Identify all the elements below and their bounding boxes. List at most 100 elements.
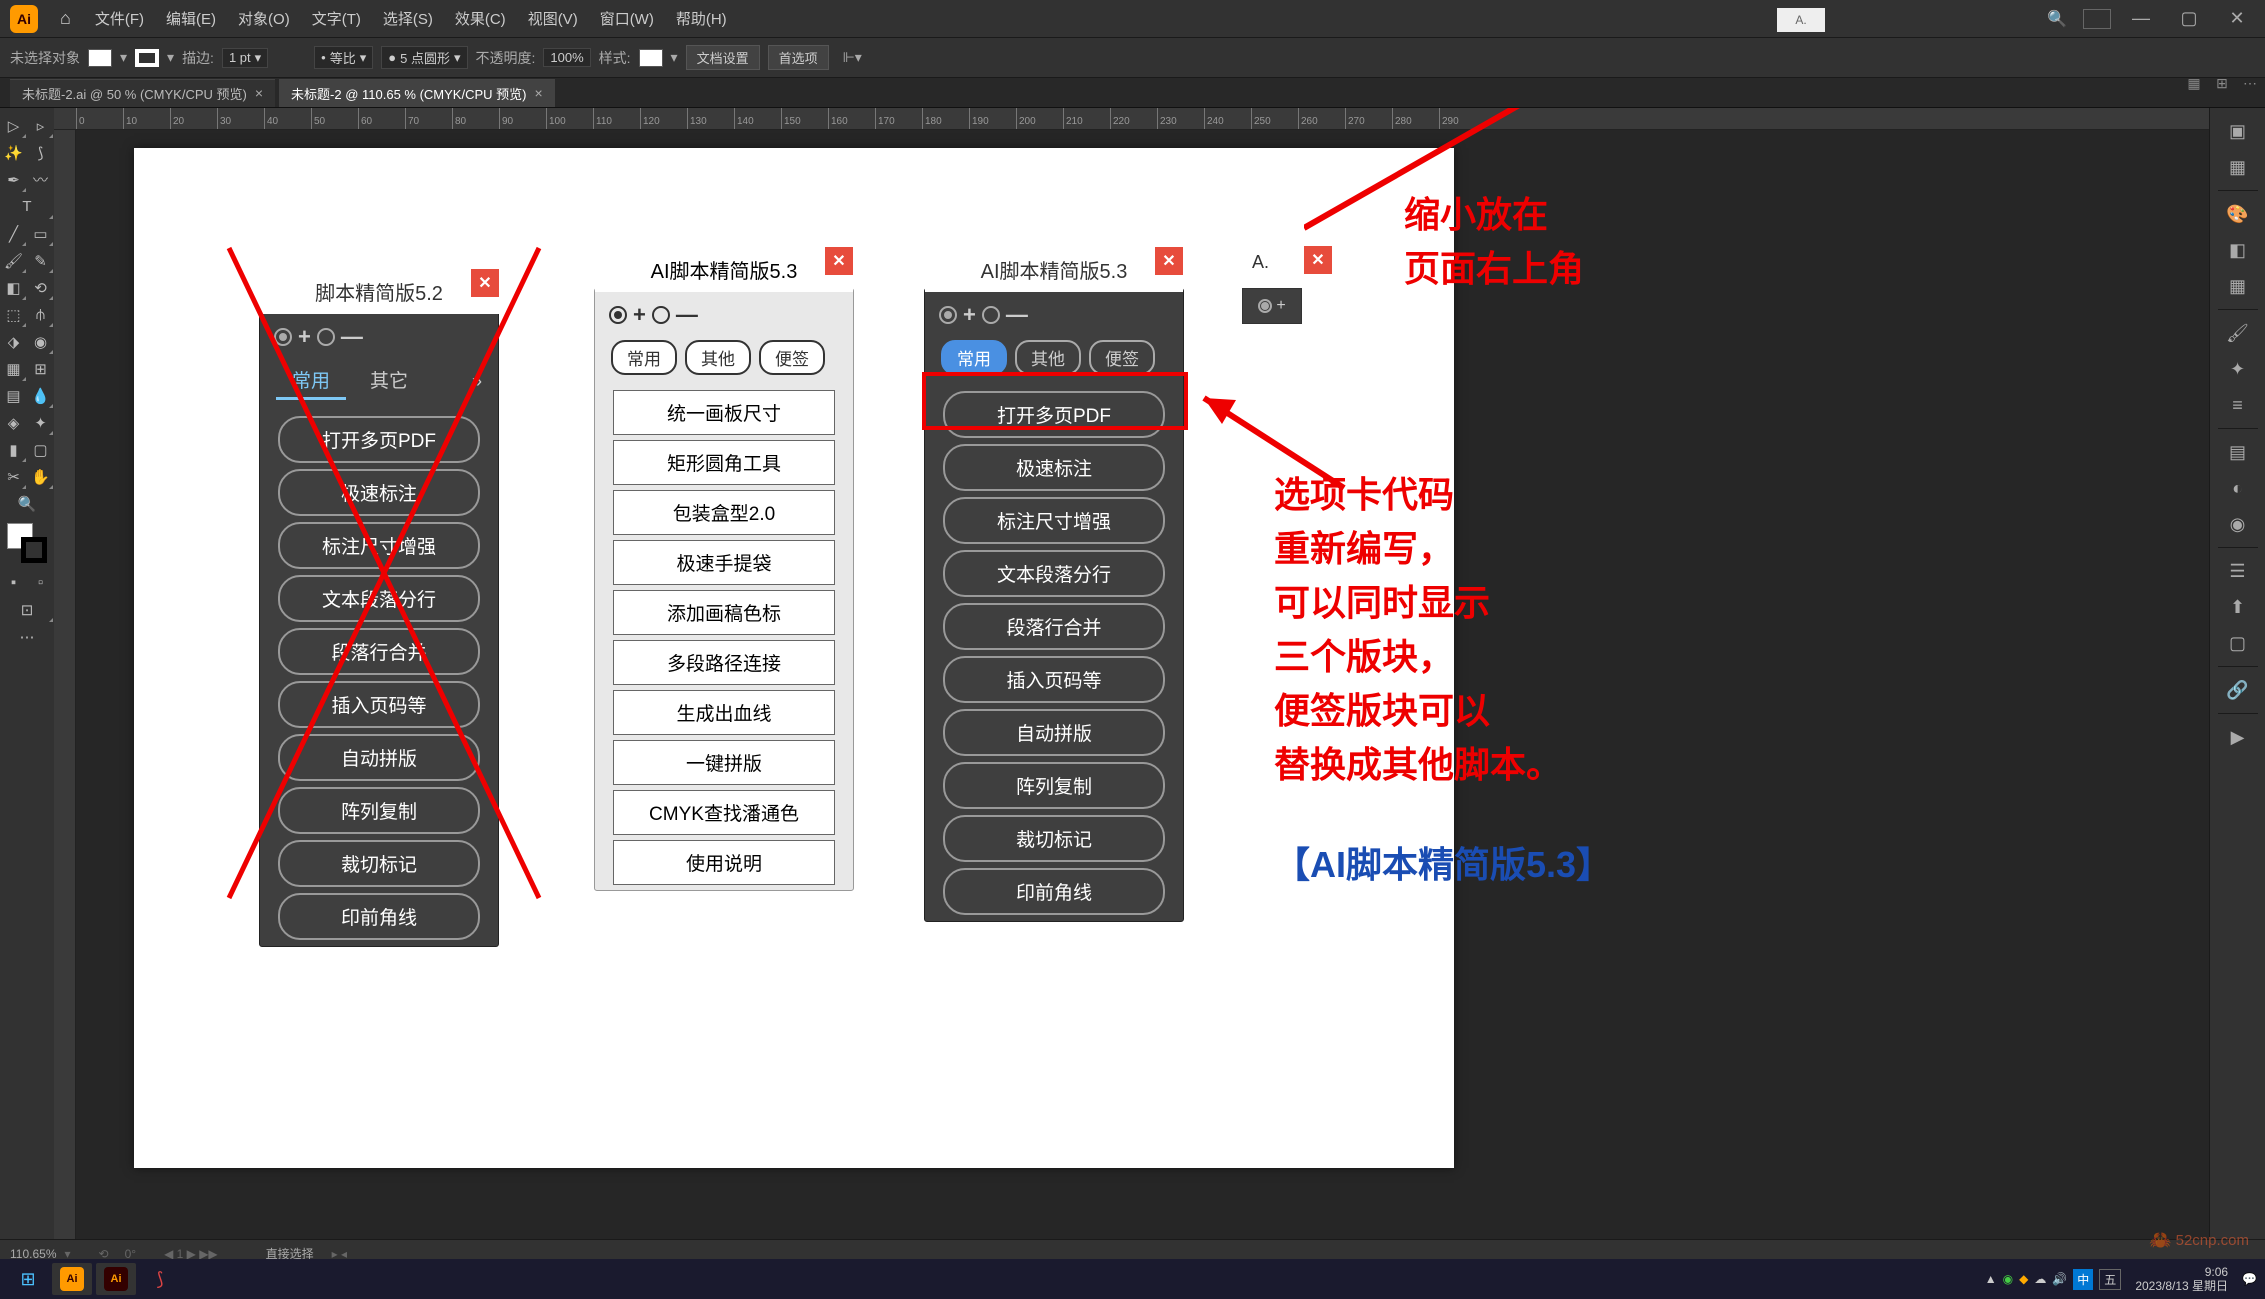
- radio-on[interactable]: [274, 328, 292, 346]
- ruler-vertical[interactable]: [54, 130, 76, 1239]
- mesh-tool[interactable]: ⊞: [27, 355, 54, 382]
- edit-toolbar[interactable]: ⋯: [0, 623, 54, 650]
- width-tool[interactable]: ⫛: [27, 301, 54, 328]
- close-icon[interactable]: ✕: [1304, 246, 1332, 274]
- taskbar-ai-2[interactable]: Ai: [96, 1263, 136, 1295]
- radio-icon[interactable]: [1258, 299, 1272, 313]
- script-button[interactable]: 标注尺寸增强: [278, 522, 480, 569]
- script-button[interactable]: 段落行合并: [943, 603, 1165, 650]
- script-button[interactable]: 裁切标记: [278, 840, 480, 887]
- fill-swatch[interactable]: [88, 49, 112, 67]
- menu-edit[interactable]: 编辑(E): [156, 4, 226, 33]
- script-button[interactable]: 极速标注: [943, 444, 1165, 491]
- properties-icon[interactable]: ▣: [2218, 114, 2258, 148]
- pencil-tool[interactable]: ✎: [27, 247, 54, 274]
- pen-tool[interactable]: ✒: [0, 166, 27, 193]
- script-button[interactable]: 阵列复制: [943, 762, 1165, 809]
- doc-tab-1[interactable]: 未标题-2.ai @ 50 % (CMYK/CPU 预览)×: [10, 79, 275, 107]
- radio-on[interactable]: [939, 306, 957, 324]
- script-button[interactable]: 裁切标记: [943, 815, 1165, 862]
- close-button[interactable]: ✕: [2219, 5, 2255, 33]
- appearance-icon[interactable]: ◉: [2218, 507, 2258, 541]
- plus-icon[interactable]: +: [963, 302, 976, 328]
- selection-tool[interactable]: ▷: [0, 112, 27, 139]
- zoom-tool[interactable]: 🔍: [0, 490, 54, 517]
- script-button[interactable]: 生成出血线: [613, 690, 835, 735]
- radio-on[interactable]: [609, 306, 627, 324]
- plus-icon[interactable]: +: [298, 324, 311, 350]
- brush-preset[interactable]: ● 5 点圆形 ▾: [381, 46, 467, 69]
- tray-volume-icon[interactable]: 🔊: [2052, 1272, 2067, 1286]
- direct-selection-tool[interactable]: ▹: [27, 112, 54, 139]
- minus-icon[interactable]: —: [676, 302, 698, 328]
- script-button[interactable]: 文本段落分行: [278, 575, 480, 622]
- tab-notes[interactable]: 便签: [759, 340, 825, 375]
- script-button[interactable]: 一键拼版: [613, 740, 835, 785]
- script-button[interactable]: 自动拼版: [278, 734, 480, 781]
- document-setup-button[interactable]: 文档设置: [686, 45, 760, 70]
- menu-object[interactable]: 对象(O): [228, 4, 300, 33]
- rotate-tool[interactable]: ⟲: [27, 274, 54, 301]
- tab-notes[interactable]: 便签: [1089, 340, 1155, 375]
- script-button[interactable]: 标注尺寸增强: [943, 497, 1165, 544]
- script-button[interactable]: 印前角线: [278, 893, 480, 940]
- snap-icon[interactable]: ⊞: [2211, 72, 2233, 94]
- asset-export-icon[interactable]: ⬆: [2218, 590, 2258, 624]
- color-guide-icon[interactable]: ◧: [2218, 233, 2258, 267]
- fill-stroke-control[interactable]: [7, 523, 47, 563]
- curvature-tool[interactable]: 〰: [27, 166, 54, 193]
- ruler-horizontal[interactable]: 0102030405060708090100110120130140150160…: [54, 108, 2209, 130]
- script-button[interactable]: 包装盒型2.0: [613, 490, 835, 535]
- start-button[interactable]: ⊞: [8, 1263, 48, 1295]
- menu-window[interactable]: 窗口(W): [590, 4, 664, 33]
- style-swatch[interactable]: [639, 49, 663, 67]
- close-icon[interactable]: ✕: [1155, 247, 1183, 275]
- taskbar-ai-1[interactable]: Ai: [52, 1263, 92, 1295]
- minimize-button[interactable]: —: [2123, 5, 2159, 33]
- layers-icon[interactable]: ☰: [2218, 554, 2258, 588]
- tab-other[interactable]: 其他: [685, 340, 751, 375]
- plus-icon[interactable]: +: [633, 302, 646, 328]
- script-button[interactable]: 矩形圆角工具: [613, 440, 835, 485]
- doc-tab-2[interactable]: 未标题-2 @ 110.65 % (CMYK/CPU 预览)×: [279, 79, 555, 107]
- tray-icon[interactable]: ☁: [2034, 1272, 2046, 1286]
- more-icon[interactable]: ⋯: [2239, 72, 2261, 94]
- script-button[interactable]: 统一画板尺寸: [613, 390, 835, 435]
- script-button[interactable]: 打开多页PDF: [278, 416, 480, 463]
- menu-effect[interactable]: 效果(C): [445, 4, 516, 33]
- search-icon[interactable]: 🔍: [2043, 5, 2071, 33]
- links-icon[interactable]: 🔗: [2218, 673, 2258, 707]
- minimized-script-panel[interactable]: A.: [1777, 8, 1825, 32]
- tray-icon[interactable]: ◆: [2019, 1272, 2028, 1286]
- tab-common[interactable]: 常用: [276, 362, 346, 400]
- menu-view[interactable]: 视图(V): [518, 4, 588, 33]
- maximize-button[interactable]: ▢: [2171, 5, 2207, 33]
- tray-icon[interactable]: ▲: [1985, 1272, 1997, 1286]
- gradient-mode[interactable]: ▫: [27, 569, 54, 596]
- menu-help[interactable]: 帮助(H): [666, 4, 737, 33]
- close-icon[interactable]: ×: [534, 85, 542, 101]
- home-icon[interactable]: ⌂: [60, 8, 71, 29]
- canvas[interactable]: 0102030405060708090100110120130140150160…: [54, 108, 2209, 1239]
- color-mode[interactable]: ▪: [0, 569, 27, 596]
- tray-icon[interactable]: ◉: [2003, 1272, 2013, 1286]
- radio-off[interactable]: [652, 306, 670, 324]
- scale-mode[interactable]: • 等比 ▾: [314, 46, 373, 69]
- lasso-tool[interactable]: ⟆: [27, 139, 54, 166]
- script-button[interactable]: 文本段落分行: [943, 550, 1165, 597]
- brushes-icon[interactable]: 🖌: [2218, 316, 2258, 350]
- tab-common[interactable]: 常用: [941, 340, 1007, 375]
- gradient-icon[interactable]: ▤: [2218, 435, 2258, 469]
- close-icon[interactable]: ✕: [825, 247, 853, 275]
- script-button[interactable]: 多段路径连接: [613, 640, 835, 685]
- artboards-icon[interactable]: ▢: [2218, 626, 2258, 660]
- tray-ime2-icon[interactable]: 五: [2099, 1269, 2121, 1290]
- minimized-panel[interactable]: +: [1242, 288, 1302, 324]
- script-button[interactable]: 极速手提袋: [613, 540, 835, 585]
- swatches-icon[interactable]: ▦: [2218, 269, 2258, 303]
- slice-tool[interactable]: ✂: [0, 463, 27, 490]
- script-button[interactable]: 印前角线: [943, 868, 1165, 915]
- stroke-swatch[interactable]: [135, 49, 159, 67]
- radio-off[interactable]: [317, 328, 335, 346]
- eraser-tool[interactable]: ◧: [0, 274, 27, 301]
